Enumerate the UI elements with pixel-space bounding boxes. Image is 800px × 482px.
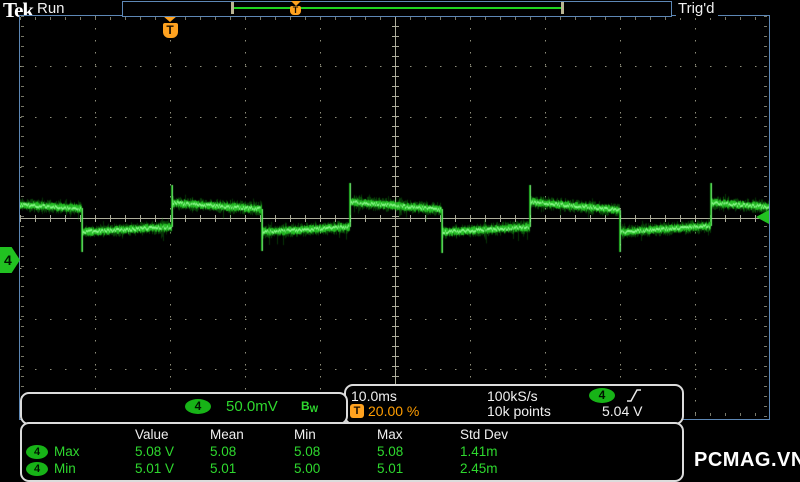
measurement-row-label: 4 Min xyxy=(22,461,135,476)
measurement-mean: 5.08 xyxy=(210,444,237,459)
trigger-position-marker: T xyxy=(162,16,178,38)
watermark: PCMAG.VN xyxy=(694,449,800,471)
oscilloscope-screen: { "header": { "brand": "Tek", "acq_statu… xyxy=(0,0,800,482)
preview-waveform-line xyxy=(233,7,563,9)
sample-rate-readout: 100kS/s xyxy=(487,388,538,404)
record-length-readout: 10k points xyxy=(487,403,551,419)
horizontal-trigger-readout: 10.0ms 100kS/s 4 T 20.00 % 10k points 5.… xyxy=(344,384,684,425)
trigger-level-readout: 5.04 V xyxy=(602,403,643,419)
channel4-badge: 4 xyxy=(185,399,211,414)
measurement-value: 5.08 V xyxy=(135,444,175,459)
preview-trigger-marker: T xyxy=(290,1,302,15)
bandwidth-limit-icon: BW xyxy=(301,399,319,414)
rising-edge-icon xyxy=(627,389,641,402)
channel4-waveform-trace xyxy=(20,16,769,419)
col-header-stddev: Std Dev xyxy=(460,427,509,442)
record-preview-bar: T xyxy=(122,1,672,17)
trigger-t-icon: T xyxy=(162,23,178,38)
col-header-min: Min xyxy=(294,427,316,442)
trigger-position-readout: 20.00 % xyxy=(368,403,420,419)
trigger-source-badge: 4 xyxy=(589,388,615,403)
measurement-stddev: 1.41m xyxy=(460,444,498,459)
channel4-readout: 4 50.0mV BW xyxy=(20,392,348,425)
measurement-value: 5.01 V xyxy=(135,461,175,476)
timebase-readout: 10.0ms xyxy=(351,388,397,404)
measurement-min: 5.00 xyxy=(294,461,321,476)
trigger-status: Trig'd xyxy=(676,0,719,18)
preview-window-bracket-right xyxy=(561,2,564,14)
graticule xyxy=(19,15,770,420)
preview-window-bracket-left xyxy=(231,2,234,14)
measurement-max: 5.08 xyxy=(377,444,404,459)
measurement-mean: 5.01 xyxy=(210,461,237,476)
measurement-table: Value Mean Min Max Std Dev 4 Max 5.08 V … xyxy=(20,422,684,482)
measurement-max: 5.01 xyxy=(377,461,404,476)
col-header-mean: Mean xyxy=(210,427,244,442)
measurement-min: 5.08 xyxy=(294,444,321,459)
channel4-badge: 4 xyxy=(26,444,48,459)
col-header-max: Max xyxy=(377,427,403,442)
measurement-stddev: 2.45m xyxy=(460,461,498,476)
channel4-reference-marker: 4 xyxy=(0,247,20,273)
trigger-level-arrow-icon xyxy=(756,210,769,224)
measurement-row-label: 4 Max xyxy=(22,444,135,459)
trigger-position-t-icon: T xyxy=(350,404,364,418)
channel4-scale-readout: 50.0mV xyxy=(226,398,278,415)
trigger-t-icon: T xyxy=(290,6,301,15)
col-header-value: Value xyxy=(135,427,169,442)
channel4-badge: 4 xyxy=(26,461,48,476)
